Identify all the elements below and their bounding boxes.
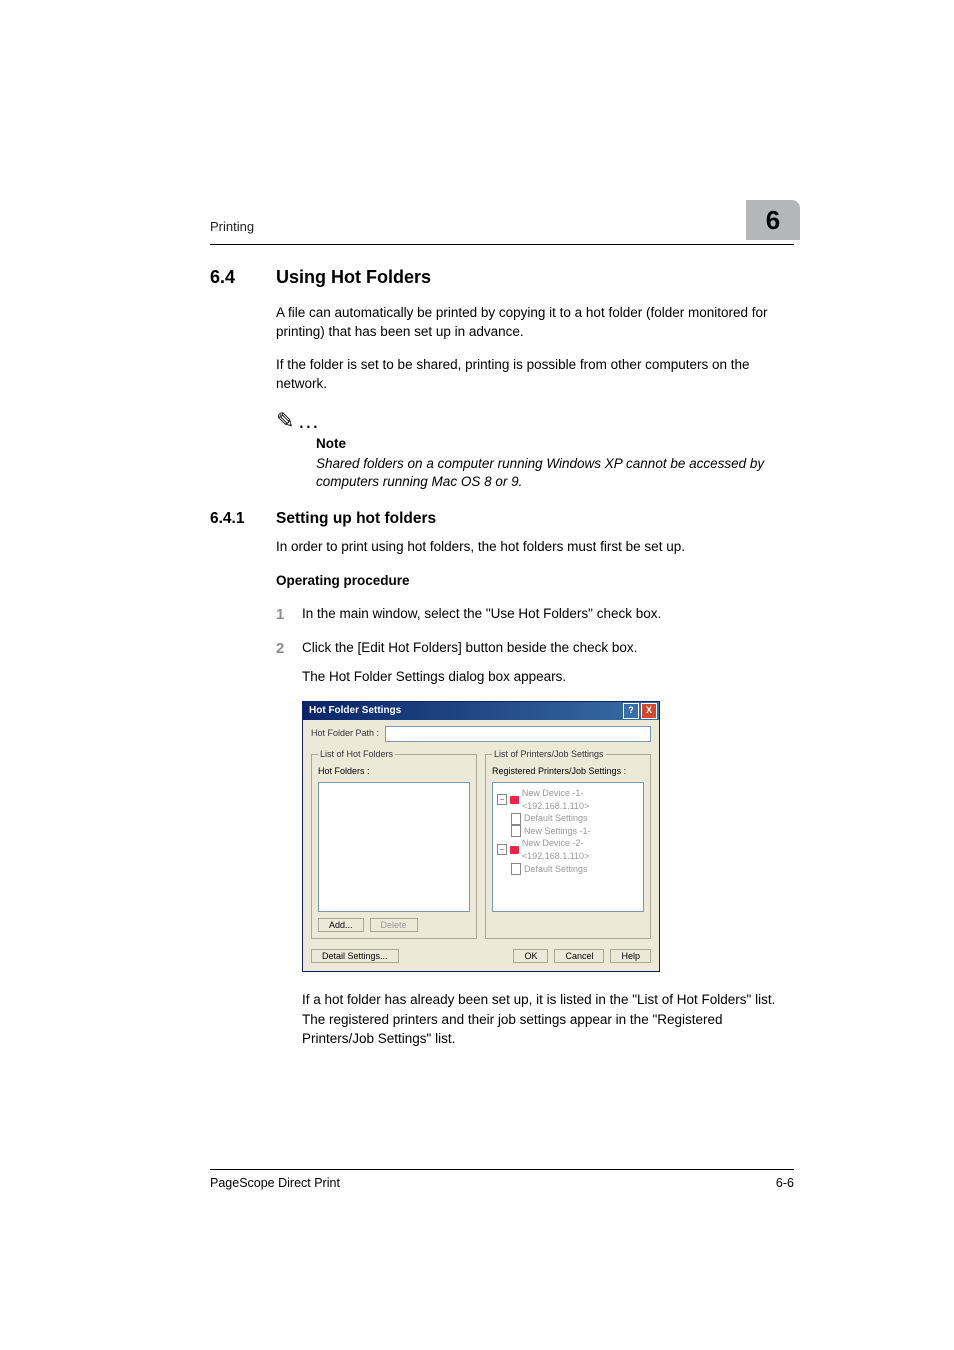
- tree-label: Default Settings: [524, 812, 588, 825]
- registered-printers-label: Registered Printers/Job Settings :: [492, 765, 644, 778]
- registered-printers-listbox[interactable]: − New Device -1- <192.168.1.110> Default…: [492, 782, 644, 912]
- step-2: Click the [Edit Hot Folders] button besi…: [276, 638, 794, 1049]
- tree-label: New Device -2- <192.168.1.110>: [522, 837, 639, 862]
- header-rule: [210, 244, 794, 245]
- detail-settings-button[interactable]: Detail Settings...: [311, 949, 399, 963]
- section-title: Using Hot Folders: [276, 267, 431, 288]
- subsection-heading: 6.4.1 Setting up hot folders: [210, 510, 794, 528]
- document-icon: [511, 863, 521, 875]
- hot-folder-path-label: Hot Folder Path :: [311, 727, 379, 740]
- hot-folders-listbox[interactable]: [318, 782, 470, 912]
- help-icon[interactable]: ?: [623, 703, 639, 719]
- printer-icon: [510, 846, 519, 854]
- section-heading: 6.4 Using Hot Folders: [210, 267, 794, 288]
- step-2-after: If a hot folder has already been set up,…: [302, 990, 794, 1049]
- add-button[interactable]: Add...: [318, 918, 364, 932]
- step-2-text: Click the [Edit Hot Folders] button besi…: [302, 640, 637, 655]
- section-para-2: If the folder is set to be shared, print…: [276, 356, 794, 394]
- tree-node-printer-1[interactable]: − New Device -1- <192.168.1.110>: [497, 787, 639, 812]
- hot-folders-label: Hot Folders :: [318, 765, 470, 778]
- help-button[interactable]: Help: [610, 949, 651, 963]
- step-2-sub: The Hot Folder Settings dialog box appea…: [302, 667, 794, 687]
- tree-label: New Settings -1-: [524, 825, 591, 838]
- subsection-number: 6.4.1: [210, 510, 252, 528]
- footer-right: 6-6: [776, 1176, 794, 1190]
- tree-node-settings[interactable]: New Settings -1-: [497, 825, 639, 838]
- delete-button[interactable]: Delete: [370, 918, 418, 932]
- running-header: Printing: [210, 219, 254, 240]
- printers-job-settings-group: List of Printers/Job Settings Registered…: [485, 748, 651, 939]
- hot-folder-path-input[interactable]: [385, 726, 651, 742]
- printer-icon: [510, 796, 519, 804]
- tree-label: New Device -1- <192.168.1.110>: [522, 787, 639, 812]
- document-icon: [511, 825, 521, 837]
- tree-node-settings[interactable]: Default Settings: [497, 812, 639, 825]
- left-group-legend: List of Hot Folders: [318, 748, 395, 761]
- dialog-titlebar: Hot Folder Settings ? X: [303, 702, 659, 720]
- document-icon: [511, 813, 521, 825]
- minus-icon[interactable]: −: [497, 844, 507, 855]
- ok-button[interactable]: OK: [513, 949, 548, 963]
- note-icon: ✎…: [276, 408, 794, 434]
- dialog-title-text: Hot Folder Settings: [309, 704, 401, 719]
- step-1-text: In the main window, select the "Use Hot …: [302, 606, 661, 621]
- section-para-1: A file can automatically be printed by c…: [276, 304, 794, 342]
- footer-left: PageScope Direct Print: [210, 1176, 340, 1190]
- note-heading: Note: [316, 436, 794, 451]
- step-1: In the main window, select the "Use Hot …: [276, 604, 794, 624]
- minus-icon[interactable]: −: [497, 794, 507, 805]
- chapter-badge: 6: [746, 200, 800, 240]
- section-number: 6.4: [210, 267, 252, 288]
- hot-folder-settings-dialog: Hot Folder Settings ? X Hot Folder Path …: [302, 701, 660, 972]
- list-of-hot-folders-group: List of Hot Folders Hot Folders : Add...…: [311, 748, 477, 939]
- note-body: Shared folders on a computer running Win…: [316, 455, 794, 493]
- subsection-intro: In order to print using hot folders, the…: [276, 538, 794, 557]
- tree-label: Default Settings: [524, 863, 588, 876]
- cancel-button[interactable]: Cancel: [554, 949, 604, 963]
- close-icon[interactable]: X: [641, 703, 657, 719]
- operating-procedure-heading: Operating procedure: [276, 573, 794, 588]
- subsection-title: Setting up hot folders: [276, 510, 436, 528]
- right-group-legend: List of Printers/Job Settings: [492, 748, 606, 761]
- tree-node-settings[interactable]: Default Settings: [497, 863, 639, 876]
- tree-node-printer-2[interactable]: − New Device -2- <192.168.1.110>: [497, 837, 639, 862]
